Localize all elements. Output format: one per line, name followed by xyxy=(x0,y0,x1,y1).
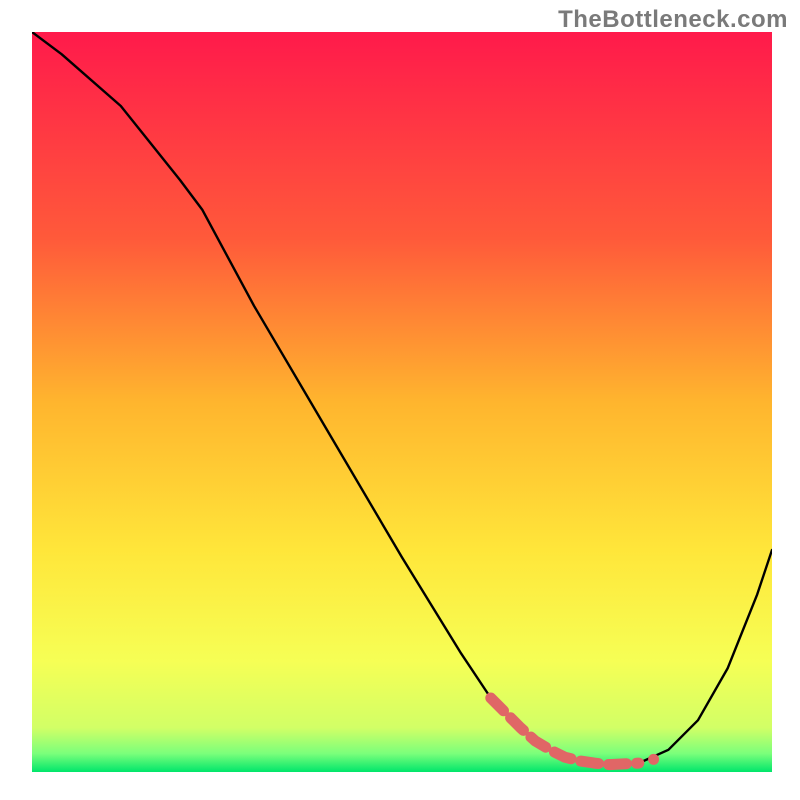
plot-background xyxy=(32,32,772,772)
plot-svg xyxy=(32,32,772,772)
plot-area xyxy=(32,32,772,772)
source-watermark: TheBottleneck.com xyxy=(558,6,788,34)
optimal-end-dot xyxy=(648,754,659,765)
chart-frame: TheBottleneck.com xyxy=(0,0,800,800)
